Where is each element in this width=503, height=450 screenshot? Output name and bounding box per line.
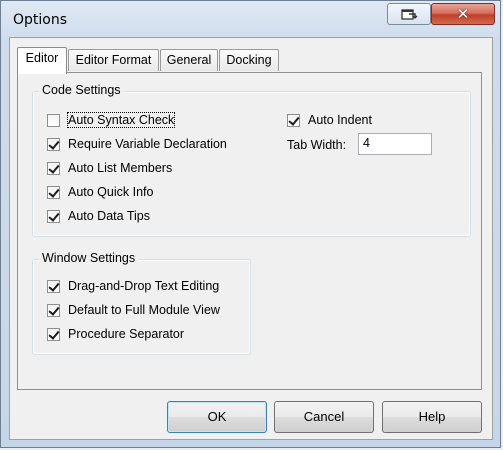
checkbox-label: Auto List Members — [68, 161, 173, 175]
auto-indent-checkbox[interactable]: Auto Indent — [287, 111, 372, 129]
checkbox-box[interactable] — [287, 113, 300, 127]
checkbox-box[interactable] — [47, 209, 60, 223]
checkbox-box[interactable] — [47, 161, 60, 175]
tab-general[interactable]: General — [160, 49, 218, 71]
checkbox-box[interactable] — [47, 327, 60, 341]
procedure-separator-checkbox[interactable]: Procedure Separator — [47, 325, 184, 343]
restore-window-icon — [401, 9, 418, 20]
ok-button[interactable]: OK — [167, 401, 267, 433]
auto-syntax-check-checkbox[interactable]: Auto Syntax Check — [47, 111, 176, 129]
window-settings-legend: Window Settings — [39, 251, 139, 265]
checkbox-box[interactable] — [47, 185, 60, 199]
close-button[interactable]: ✕ — [431, 3, 495, 25]
options-dialog: Options ✕ Editor Editor Format General D… — [0, 0, 501, 448]
restore-button[interactable] — [387, 3, 431, 25]
checkbox-label: Auto Indent — [308, 113, 372, 127]
auto-quick-info-checkbox[interactable]: Auto Quick Info — [47, 183, 153, 201]
drag-and-drop-text-editing-checkbox[interactable]: Drag-and-Drop Text Editing — [47, 277, 219, 295]
require-variable-declaration-checkbox[interactable]: Require Variable Declaration — [47, 135, 227, 153]
tab-width-input[interactable]: 4 — [358, 133, 432, 155]
cancel-button[interactable]: Cancel — [274, 401, 374, 433]
window-settings-group: Window Settings Drag-and-Drop Text Editi… — [32, 251, 251, 355]
tab-width-label: Tab Width: — [287, 138, 347, 152]
checkbox-label: Auto Data Tips — [68, 209, 150, 223]
tab-editor[interactable]: Editor — [17, 47, 67, 74]
checkbox-label: Drag-and-Drop Text Editing — [68, 279, 220, 293]
auto-list-members-checkbox[interactable]: Auto List Members — [47, 159, 172, 177]
checkbox-label: Require Variable Declaration — [68, 137, 227, 151]
auto-data-tips-checkbox[interactable]: Auto Data Tips — [47, 207, 150, 225]
checkbox-label: Procedure Separator — [68, 327, 185, 341]
checkbox-box[interactable] — [47, 113, 60, 127]
checkbox-label: Auto Quick Info — [68, 185, 154, 199]
checkbox-label: Auto Syntax Check — [66, 112, 176, 128]
default-to-full-module-view-checkbox[interactable]: Default to Full Module View — [47, 301, 220, 319]
code-settings-group: Code Settings Auto Syntax Check Require … — [32, 83, 471, 237]
tab-editor-format[interactable]: Editor Format — [68, 49, 159, 71]
window-title: Options — [13, 12, 68, 28]
editor-tab-panel: Code Settings Auto Syntax Check Require … — [17, 72, 482, 390]
checkbox-box[interactable] — [47, 303, 60, 317]
help-button[interactable]: Help — [382, 401, 482, 433]
code-settings-legend: Code Settings — [39, 83, 124, 97]
title-bar[interactable]: Options ✕ — [1, 1, 500, 37]
checkbox-box[interactable] — [47, 137, 60, 151]
dialog-body: Editor Editor Format General Docking Cod… — [9, 37, 493, 440]
checkbox-label: Default to Full Module View — [68, 303, 220, 317]
tab-docking[interactable]: Docking — [219, 49, 279, 71]
close-icon: ✕ — [456, 5, 470, 23]
checkbox-box[interactable] — [47, 279, 60, 293]
